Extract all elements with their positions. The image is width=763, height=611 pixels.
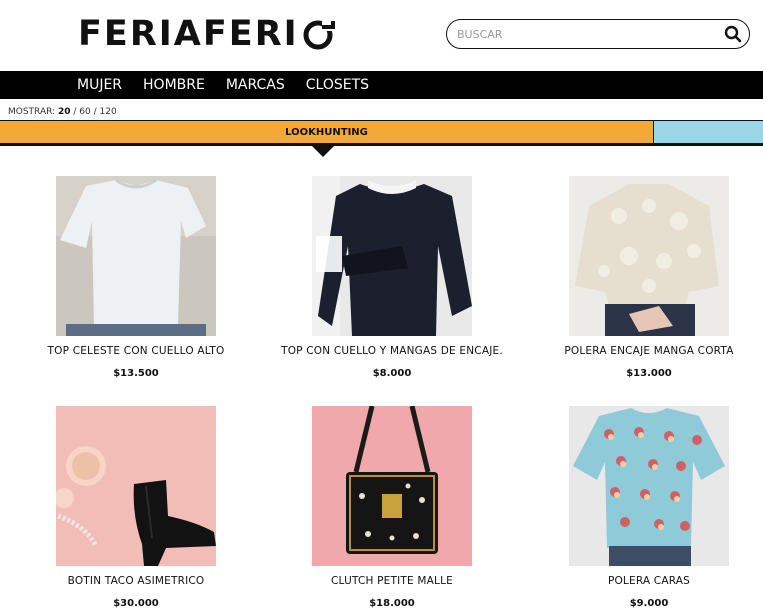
search-box bbox=[446, 19, 750, 49]
product-name[interactable]: BOTIN TACO ASIMETRICO bbox=[8, 575, 264, 587]
search-icon[interactable] bbox=[724, 25, 742, 43]
product-card[interactable]: BOTIN TACO ASIMETRICO $30.000 bbox=[8, 406, 264, 609]
product-name[interactable]: TOP CELESTE CON CUELLO ALTO bbox=[8, 345, 264, 357]
show-separator: / bbox=[70, 107, 80, 117]
product-image[interactable] bbox=[569, 176, 729, 336]
product-price: $13.000 bbox=[626, 368, 672, 379]
show-label: MOSTRAR: bbox=[8, 107, 56, 117]
tab-bar: LOOKHUNTING bbox=[0, 120, 763, 146]
product-name[interactable]: CLUTCH PETITE MALLE bbox=[264, 575, 520, 587]
product-card[interactable]: CLUTCH PETITE MALLE $18.000 bbox=[264, 406, 520, 609]
tab-secondary[interactable] bbox=[654, 121, 763, 143]
active-tab-pointer bbox=[312, 146, 334, 157]
show-option-120[interactable]: 120 bbox=[100, 107, 117, 117]
product-image[interactable] bbox=[569, 406, 729, 566]
site-logo[interactable]: FERIAFERI bbox=[78, 14, 336, 54]
show-count-selector: MOSTRAR: 20 / 60 / 120 bbox=[8, 107, 117, 117]
logo-text: FERIAFERI bbox=[78, 14, 299, 54]
product-image[interactable] bbox=[312, 406, 472, 566]
nav-item-marcas[interactable]: MARCAS bbox=[226, 71, 285, 99]
nav-item-hombre[interactable]: HOMBRE bbox=[143, 71, 205, 99]
product-image[interactable] bbox=[56, 406, 216, 566]
product-price: $13.500 bbox=[113, 368, 159, 379]
show-separator: / bbox=[90, 107, 100, 117]
main-nav: MUJER HOMBRE MARCAS CLOSETS bbox=[0, 71, 763, 99]
tab-lookhunting[interactable]: LOOKHUNTING bbox=[0, 121, 654, 143]
product-card[interactable]: TOP CELESTE CON CUELLO ALTO $13.500 bbox=[8, 176, 264, 379]
show-option-20[interactable]: 20 bbox=[58, 107, 71, 117]
product-card[interactable]: POLERA ENCAJE MANGA CORTA $13.000 bbox=[521, 176, 763, 379]
product-price: $30.000 bbox=[113, 598, 159, 609]
product-name[interactable]: POLERA ENCAJE MANGA CORTA bbox=[521, 345, 763, 357]
product-card[interactable]: POLERA CARAS $9.000 bbox=[521, 406, 763, 609]
site-header: FERIAFERI bbox=[0, 0, 763, 71]
search-input[interactable] bbox=[457, 25, 717, 43]
product-card[interactable]: TOP CON CUELLO Y MANGAS DE ENCAJE. $8.00… bbox=[264, 176, 520, 379]
product-name[interactable]: TOP CON CUELLO Y MANGAS DE ENCAJE. bbox=[264, 345, 520, 357]
product-price: $9.000 bbox=[629, 598, 669, 609]
logo-o-icon bbox=[303, 20, 335, 50]
product-image[interactable] bbox=[56, 176, 216, 336]
product-image[interactable] bbox=[312, 176, 472, 336]
product-price: $18.000 bbox=[369, 598, 415, 609]
nav-item-mujer[interactable]: MUJER bbox=[77, 71, 122, 99]
product-price: $8.000 bbox=[372, 368, 412, 379]
nav-item-closets[interactable]: CLOSETS bbox=[306, 71, 369, 99]
product-name[interactable]: POLERA CARAS bbox=[521, 575, 763, 587]
show-option-60[interactable]: 60 bbox=[79, 107, 90, 117]
